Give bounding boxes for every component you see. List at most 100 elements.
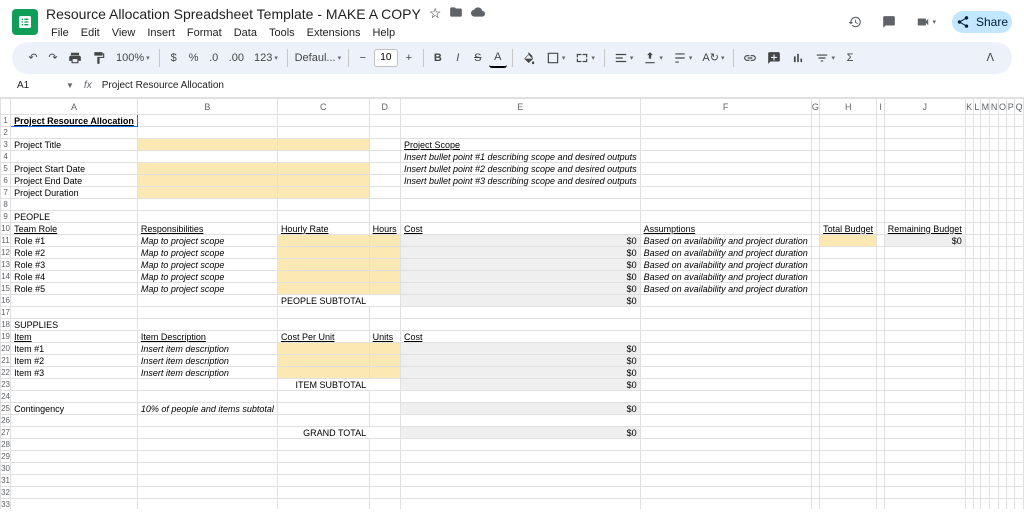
v-align-icon[interactable] [639, 48, 667, 68]
menu-view[interactable]: View [107, 25, 141, 41]
cell-F21[interactable] [640, 355, 811, 367]
cell-L3[interactable] [973, 139, 981, 151]
row-header[interactable]: 26 [1, 415, 11, 427]
cell-Q30[interactable] [1015, 463, 1024, 475]
cell-J10[interactable]: Remaining Budget [884, 223, 965, 235]
cell-A26[interactable] [11, 415, 138, 427]
cell-F26[interactable] [640, 415, 811, 427]
cell-P23[interactable] [1007, 379, 1015, 391]
functions-icon[interactable]: Σ [841, 49, 859, 67]
wrap-icon[interactable] [669, 48, 697, 68]
cell-A19[interactable]: Item [11, 331, 138, 343]
cell-K20[interactable] [965, 343, 973, 355]
add-comment-icon[interactable] [763, 48, 785, 68]
col-header[interactable]: A [11, 99, 138, 115]
row-header[interactable]: 30 [1, 463, 11, 475]
star-icon[interactable]: ☆ [427, 3, 444, 24]
cell-L28[interactable] [973, 439, 981, 451]
cell-H26[interactable] [820, 415, 877, 427]
cell-Q20[interactable] [1015, 343, 1024, 355]
cell-D29[interactable] [369, 451, 400, 463]
cell-B15[interactable]: Map to project scope [137, 283, 277, 295]
italic-icon[interactable]: I [449, 49, 467, 67]
cell-O11[interactable] [998, 235, 1007, 247]
cell-A9[interactable]: PEOPLE [11, 211, 138, 223]
row-header[interactable]: 24 [1, 391, 11, 403]
cell-I30[interactable] [877, 463, 884, 475]
cell-I10[interactable] [877, 223, 884, 235]
cell-O20[interactable] [998, 343, 1007, 355]
cell-K14[interactable] [965, 271, 973, 283]
cell-J20[interactable] [884, 343, 965, 355]
cell-M2[interactable] [981, 127, 990, 139]
cell-I29[interactable] [877, 451, 884, 463]
cell-J8[interactable] [884, 199, 965, 211]
cell-P16[interactable] [1007, 295, 1015, 307]
cell-A2[interactable] [11, 127, 138, 139]
cell-B6[interactable] [137, 175, 277, 187]
cell-J15[interactable] [884, 283, 965, 295]
cell-E26[interactable] [400, 415, 640, 427]
cell-J25[interactable] [884, 403, 965, 415]
cell-F11[interactable]: Based on availability and project durati… [640, 235, 811, 247]
cell-D25[interactable] [369, 403, 400, 415]
cell-G14[interactable] [811, 271, 819, 283]
cell-J26[interactable] [884, 415, 965, 427]
cell-Q24[interactable] [1015, 391, 1024, 403]
name-box-dropdown-icon[interactable]: ▼ [66, 81, 74, 90]
cell-K30[interactable] [965, 463, 973, 475]
cell-D20[interactable] [369, 343, 400, 355]
cell-J14[interactable] [884, 271, 965, 283]
cell-O33[interactable] [998, 499, 1007, 510]
cell-G11[interactable] [811, 235, 819, 247]
cell-B17[interactable] [137, 307, 277, 319]
cell-K33[interactable] [965, 499, 973, 510]
cell-F3[interactable] [640, 139, 811, 151]
cell-A18[interactable]: SUPPLIES [11, 319, 138, 331]
cell-A28[interactable] [11, 439, 138, 451]
cell-G1[interactable] [811, 115, 819, 127]
cell-I19[interactable] [877, 331, 884, 343]
cell-D21[interactable] [369, 355, 400, 367]
cell-O27[interactable] [998, 427, 1007, 439]
cell-M25[interactable] [981, 403, 990, 415]
cell-E29[interactable] [400, 451, 640, 463]
cell-I32[interactable] [877, 487, 884, 499]
cell-P22[interactable] [1007, 367, 1015, 379]
cell-J1[interactable] [884, 115, 965, 127]
cell-N6[interactable] [990, 175, 998, 187]
cell-E31[interactable] [400, 475, 640, 487]
cell-I23[interactable] [877, 379, 884, 391]
cell-C1[interactable] [277, 115, 369, 127]
font-size-decrease[interactable]: − [354, 49, 372, 67]
cell-Q5[interactable] [1015, 163, 1024, 175]
cell-J16[interactable] [884, 295, 965, 307]
cell-C33[interactable] [277, 499, 369, 510]
cell-K2[interactable] [965, 127, 973, 139]
col-header[interactable]: I [877, 99, 884, 115]
cell-A29[interactable] [11, 451, 138, 463]
cell-M32[interactable] [981, 487, 990, 499]
cell-I31[interactable] [877, 475, 884, 487]
cell-M30[interactable] [981, 463, 990, 475]
cell-B1[interactable] [137, 115, 277, 127]
cell-H16[interactable] [820, 295, 877, 307]
cell-H24[interactable] [820, 391, 877, 403]
cell-I4[interactable] [877, 151, 884, 163]
cell-H5[interactable] [820, 163, 877, 175]
cell-E3[interactable]: Project Scope [400, 139, 640, 151]
cell-K32[interactable] [965, 487, 973, 499]
cell-M26[interactable] [981, 415, 990, 427]
cell-H25[interactable] [820, 403, 877, 415]
cell-C25[interactable] [277, 403, 369, 415]
cell-C24[interactable] [277, 391, 369, 403]
cell-D18[interactable] [369, 319, 400, 331]
menu-insert[interactable]: Insert [142, 25, 180, 41]
cell-D24[interactable] [369, 391, 400, 403]
cell-F24[interactable] [640, 391, 811, 403]
cell-P24[interactable] [1007, 391, 1015, 403]
cell-H4[interactable] [820, 151, 877, 163]
cell-N13[interactable] [990, 259, 998, 271]
currency-icon[interactable]: $ [165, 49, 183, 67]
cell-O30[interactable] [998, 463, 1007, 475]
